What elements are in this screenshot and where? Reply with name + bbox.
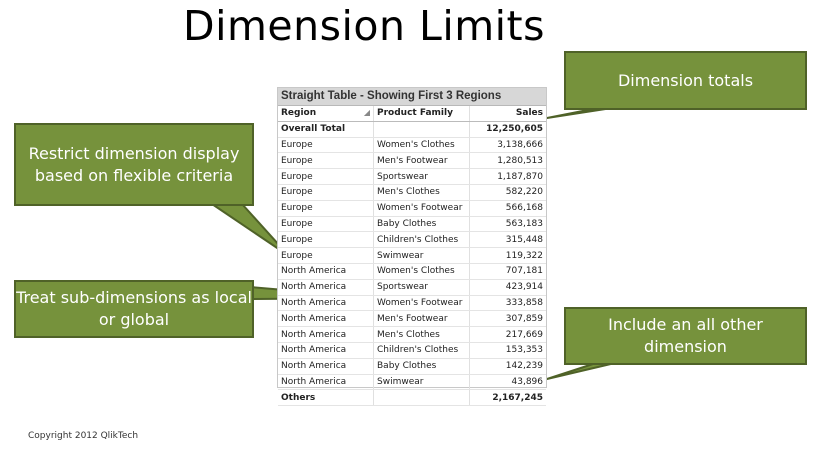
table-row[interactable]: North America Men's Clothes 217,669 (278, 326, 546, 343)
header-region[interactable]: Region ◢ (278, 106, 374, 122)
region-cell: Europe (278, 168, 374, 185)
product-family-cell: Men's Clothes (373, 184, 470, 201)
others-row[interactable]: Others 2,167,245 (278, 389, 546, 407)
table-row[interactable]: North America Women's Clothes 707,181 (278, 263, 546, 280)
product-family-cell: Sportswear (373, 279, 470, 296)
sales-cell: 707,181 (469, 263, 546, 280)
product-family-cell: Women's Clothes (373, 263, 470, 280)
table-row[interactable]: North America Swimwear 43,896 (278, 374, 546, 391)
copyright-text: Copyright 2012 QlikTech (28, 431, 139, 441)
table-row[interactable]: North America Sportswear 423,914 (278, 279, 546, 296)
region-cell: Europe (278, 247, 374, 264)
table-row[interactable]: Europe Swimwear 119,322 (278, 247, 546, 264)
region-cell: North America (278, 310, 374, 328)
sort-icon[interactable]: ◢ (364, 108, 370, 117)
callout-text: Dimension totals (617, 70, 754, 90)
total-value: 12,250,605 (469, 121, 546, 138)
sales-cell: 333,858 (469, 295, 546, 312)
sales-cell: 2,167,245 (469, 389, 546, 407)
region-cell: North America (278, 342, 374, 359)
region-cell: North America (278, 295, 374, 312)
sales-cell: 566,168 (469, 200, 546, 217)
sales-cell: 1,280,513 (469, 152, 546, 170)
header-product-family[interactable]: Product Family (373, 106, 470, 122)
sales-cell: 217,669 (469, 326, 546, 343)
region-cell: North America (278, 279, 374, 296)
sales-cell: 119,322 (469, 247, 546, 264)
product-family-cell: Swimwear (373, 374, 470, 391)
callout-others-dimension: Include an all other dimension (564, 307, 807, 365)
region-cell: Europe (278, 200, 374, 217)
product-family-cell: Children's Clothes (373, 231, 470, 249)
callout-treat-subdimensions: Treat sub-dimensions as local or global (14, 280, 254, 338)
product-family-cell: Women's Footwear (373, 295, 470, 312)
table-row[interactable]: North America Women's Footwear 333,858 (278, 295, 546, 312)
region-cell: Europe (278, 152, 374, 170)
region-cell: Europe (278, 231, 374, 249)
table-row[interactable]: North America Baby Clothes 142,239 (278, 358, 546, 375)
product-family-cell: Men's Footwear (373, 152, 470, 170)
region-cell: North America (278, 358, 374, 375)
sales-cell: 3,138,666 (469, 137, 546, 154)
table-row[interactable]: North America Children's Clothes 153,353 (278, 342, 546, 359)
callout-restrict-display: Restrict dimension display based on flex… (14, 123, 254, 206)
product-family-cell: Children's Clothes (373, 342, 470, 359)
product-family-cell: Sportswear (373, 168, 470, 185)
region-cell: Europe (278, 184, 374, 201)
product-family-cell: Swimwear (373, 247, 470, 264)
table-row[interactable]: Europe Sportswear 1,187,870 (278, 168, 546, 185)
sales-cell: 153,353 (469, 342, 546, 359)
sales-cell: 142,239 (469, 358, 546, 375)
header-sales[interactable]: Sales (469, 106, 546, 122)
total-blank (373, 121, 470, 138)
table-row[interactable]: Europe Children's Clothes 315,448 (278, 231, 546, 249)
sales-cell: 315,448 (469, 231, 546, 249)
product-family-cell: Baby Clothes (373, 358, 470, 375)
callout-text: Treat sub-dimensions as local or global (16, 288, 252, 329)
table-row[interactable]: Europe Women's Footwear 566,168 (278, 200, 546, 217)
straight-table[interactable]: Straight Table - Showing First 3 Regions… (277, 87, 547, 407)
callout-dimension-totals: Dimension totals (564, 51, 807, 110)
table-row[interactable]: North America Men's Footwear 307,859 (278, 310, 546, 328)
table-row[interactable]: Europe Men's Clothes 582,220 (278, 184, 546, 201)
region-cell: Others (278, 389, 374, 407)
region-cell: North America (278, 374, 374, 391)
product-family-cell: Women's Clothes (373, 137, 470, 154)
sales-cell: 307,859 (469, 310, 546, 328)
region-cell: Europe (278, 137, 374, 154)
table-body: Overall Total 12,250,605 Europe Women's C… (278, 121, 546, 407)
sales-cell: 43,896 (469, 374, 546, 391)
product-family-cell: Women's Footwear (373, 200, 470, 217)
region-cell: North America (278, 263, 374, 280)
product-family-cell: Baby Clothes (373, 216, 470, 233)
callout-text: Include an all other dimension (608, 315, 763, 356)
total-label: Overall Total (278, 121, 374, 138)
region-cell: North America (278, 326, 374, 343)
table-row[interactable]: Europe Women's Clothes 3,138,666 (278, 137, 546, 154)
product-family-cell: Men's Clothes (373, 326, 470, 343)
region-cell: Europe (278, 216, 374, 233)
others-callout-tail (546, 362, 616, 380)
table-row[interactable]: Europe Men's Footwear 1,280,513 (278, 152, 546, 170)
product-family-cell: Men's Footwear (373, 310, 470, 328)
sales-cell: 582,220 (469, 184, 546, 201)
table-row[interactable]: Europe Baby Clothes 563,183 (278, 216, 546, 233)
sales-cell: 423,914 (469, 279, 546, 296)
table-caption: Straight Table - Showing First 3 Regions (278, 88, 546, 106)
sales-cell: 1,187,870 (469, 168, 546, 185)
callout-text: Restrict dimension display based on flex… (28, 143, 240, 185)
total-row: Overall Total 12,250,605 (278, 121, 546, 138)
sales-cell: 563,183 (469, 216, 546, 233)
data-table: Region ◢ Product Family Sales Overall Tot… (278, 106, 546, 407)
product-family-cell (373, 389, 470, 407)
